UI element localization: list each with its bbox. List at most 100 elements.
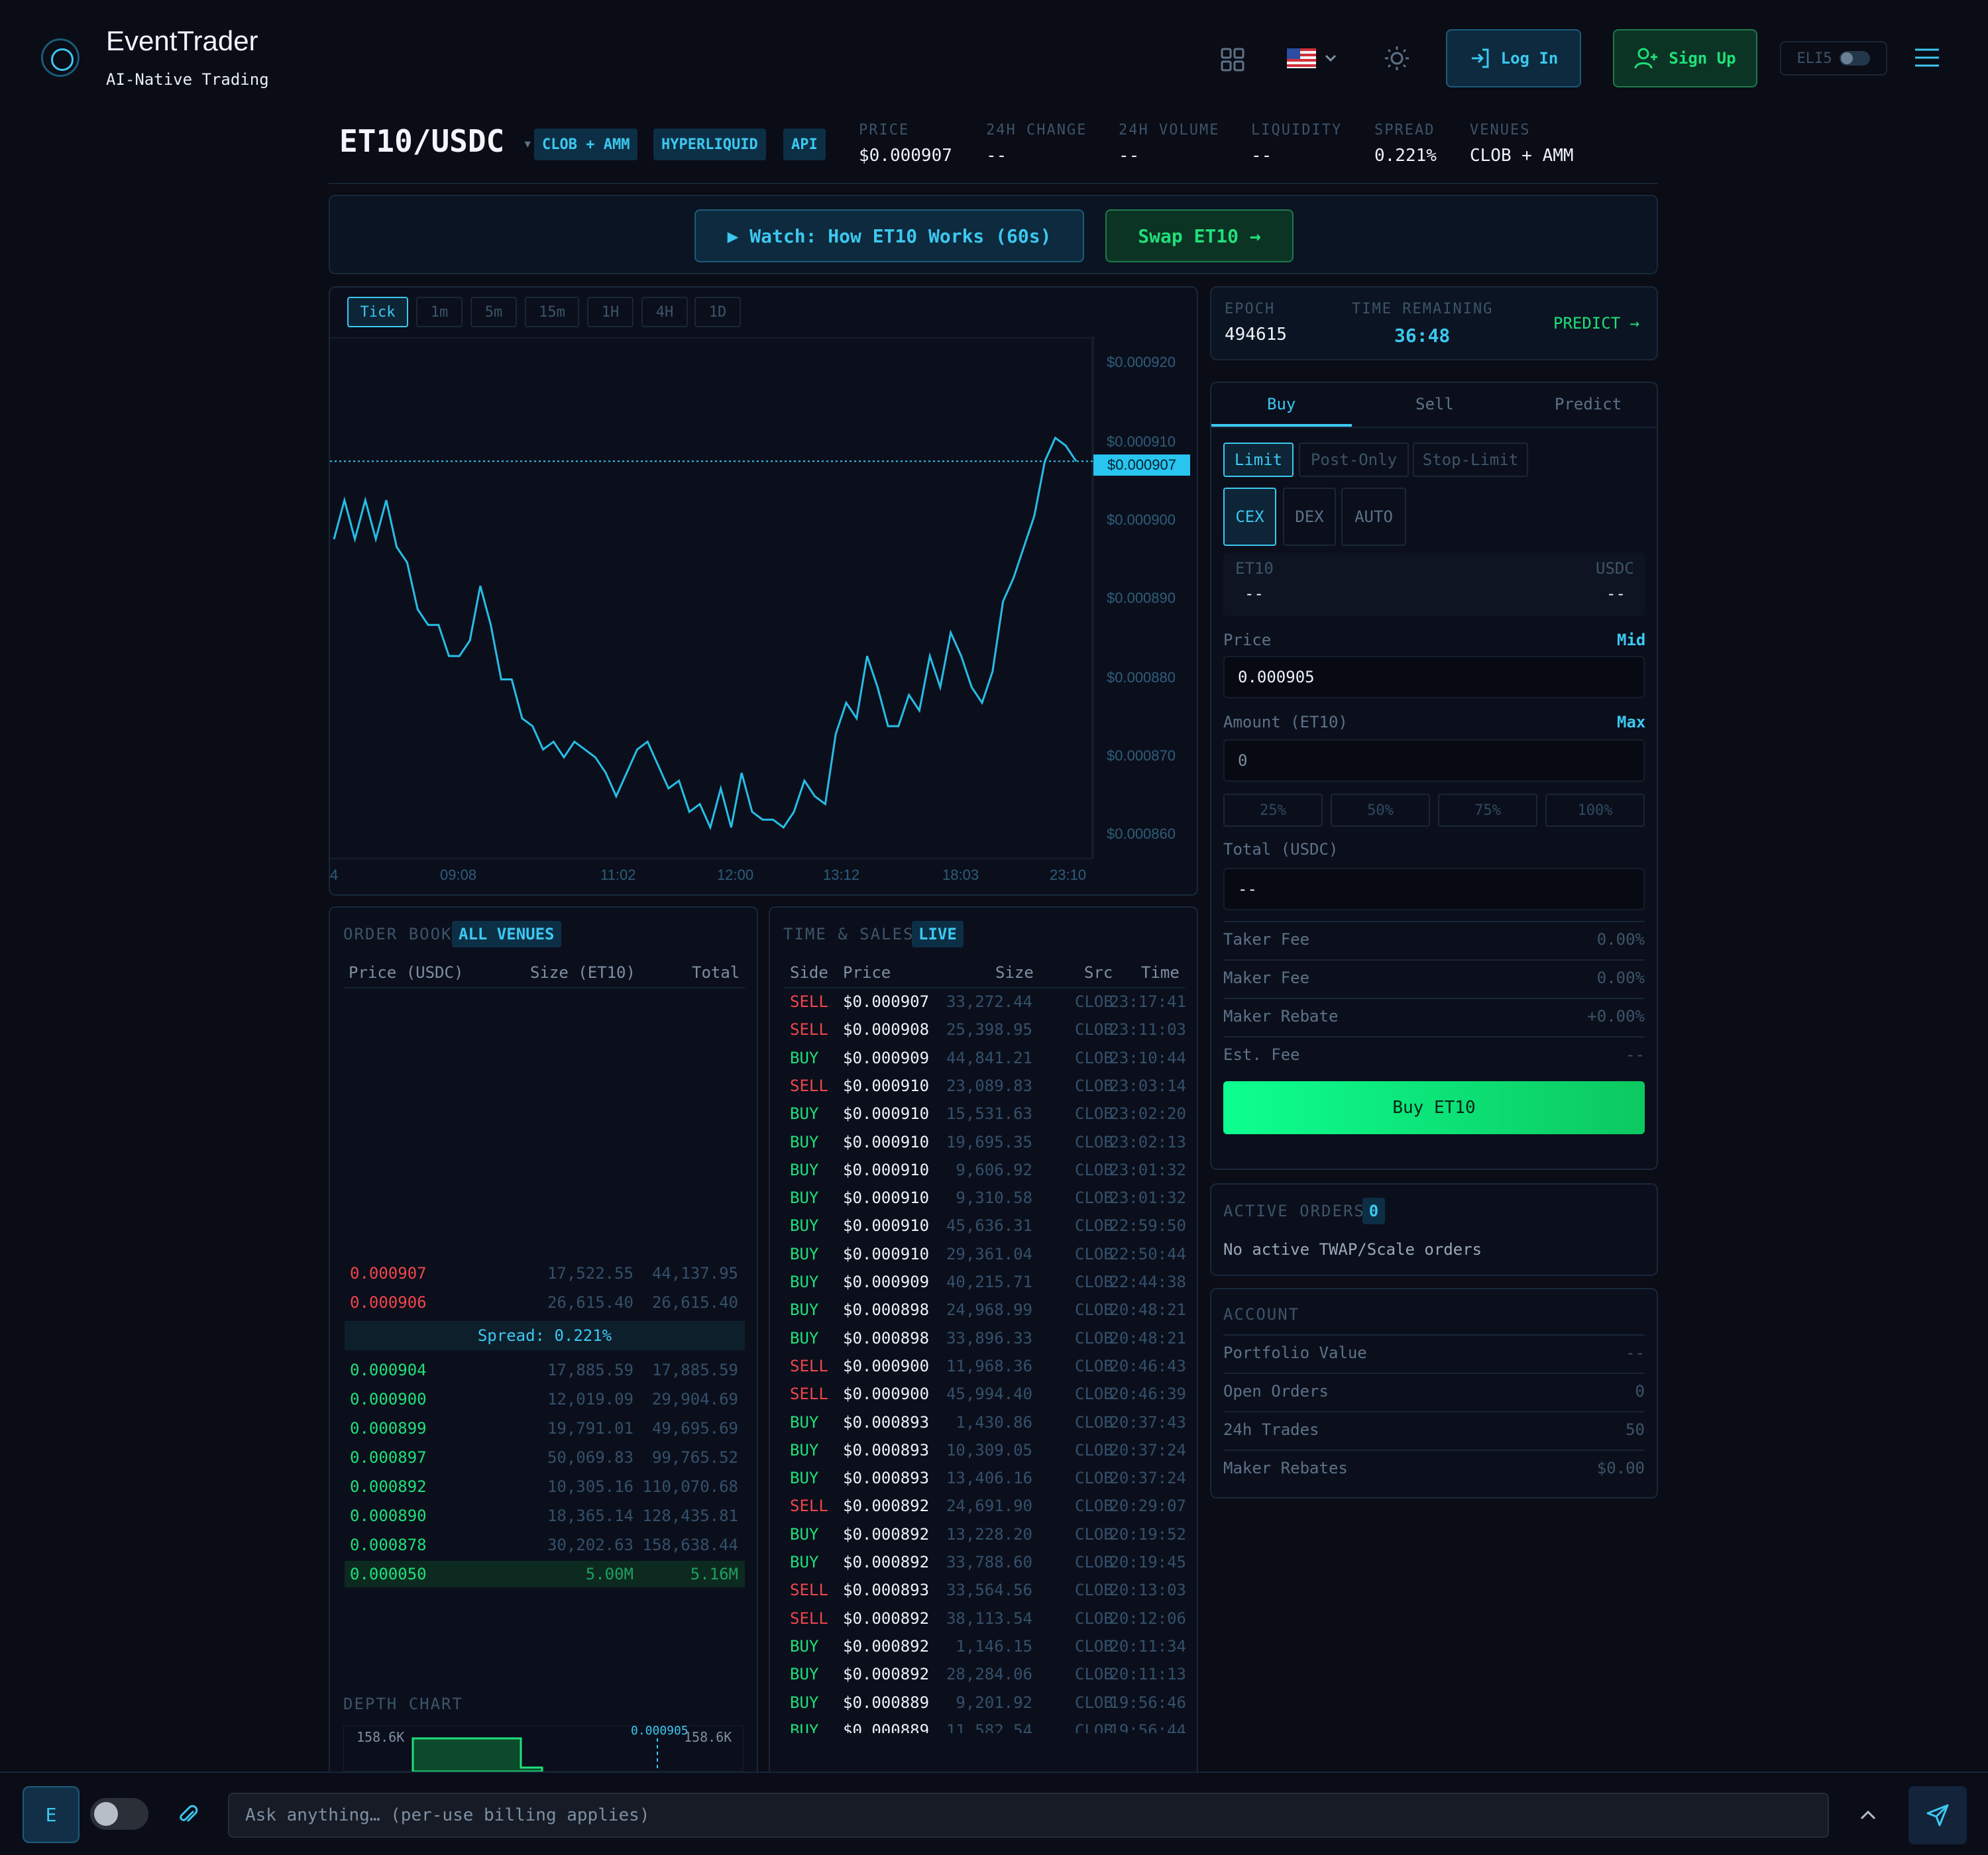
- chat-input[interactable]: Ask anything… (per-use billing applies): [228, 1793, 1829, 1838]
- spread-indicator: Spread: 0.221%: [345, 1321, 745, 1350]
- tab-predict[interactable]: Predict: [1555, 395, 1622, 413]
- attachment-icon[interactable]: [178, 1805, 200, 1827]
- logo-icon[interactable]: [41, 38, 80, 77]
- timeframe-4h[interactable]: 4H: [641, 297, 688, 327]
- stat-change-value: --: [986, 146, 1007, 166]
- ask-row[interactable]: 0.000907 17,522.55 44,137.95: [345, 1260, 745, 1287]
- account-row: Portfolio Value --: [1223, 1334, 1645, 1373]
- timeframe-5m[interactable]: 5m: [470, 297, 517, 327]
- stat-change-label: 24H CHANGE: [986, 122, 1087, 138]
- depth-chart-title: DEPTH CHART: [343, 1695, 463, 1713]
- fee-row: Est. Fee --: [1223, 1036, 1645, 1075]
- depth-right-label: 158.6K: [684, 1729, 732, 1745]
- account-row: 24h Trades 50: [1223, 1411, 1645, 1450]
- tag-hyperliquid: HYPERLIQUID: [653, 129, 766, 160]
- order-type-limit[interactable]: Limit: [1223, 443, 1294, 477]
- caret-down-icon: ▾: [522, 134, 533, 153]
- order-type-post-only[interactable]: Post-Only: [1299, 443, 1409, 477]
- timeframe-1h[interactable]: 1H: [587, 297, 634, 327]
- ask-row[interactable]: 0.000906 26,615.40 26,615.40: [345, 1289, 745, 1316]
- percent-25-button[interactable]: 25%: [1223, 794, 1323, 827]
- stat-venues-label: VENUES: [1470, 122, 1531, 138]
- stat-liquidity-value: --: [1251, 146, 1272, 166]
- amount-input[interactable]: 0: [1223, 739, 1645, 782]
- y-tick: $0.000860: [1107, 825, 1176, 842]
- bid-row[interactable]: 0.000899 19,791.01 49,695.69: [345, 1415, 745, 1442]
- menu-icon[interactable]: [1914, 46, 1940, 69]
- send-button[interactable]: [1908, 1786, 1967, 1844]
- price-chart[interactable]: [330, 337, 1197, 874]
- percent-100-button[interactable]: 100%: [1545, 794, 1645, 827]
- chevron-up-icon[interactable]: [1858, 1806, 1878, 1825]
- bid-row[interactable]: 0.000897 50,069.83 99,765.52: [345, 1444, 745, 1471]
- brand-name[interactable]: EventTrader: [106, 25, 258, 57]
- percent-75-button[interactable]: 75%: [1438, 794, 1537, 827]
- ts-col-size: Size: [995, 963, 1034, 982]
- timeframe-1m[interactable]: 1m: [416, 297, 463, 327]
- time-remaining-label: TIME REMAINING: [1352, 301, 1494, 317]
- divider: [329, 183, 1658, 184]
- tab-buy[interactable]: Buy: [1267, 395, 1296, 413]
- eli5-switch[interactable]: [1840, 51, 1871, 66]
- time-sales-panel: [769, 906, 1198, 1781]
- bid-row[interactable]: 0.000878 30,202.63 158,638.44: [345, 1532, 745, 1558]
- x-tick: 11:02: [600, 867, 636, 883]
- x-tick: 12:00: [717, 867, 754, 883]
- bid-row[interactable]: 0.000900 12,019.09 29,904.69: [345, 1386, 745, 1412]
- all-venues-badge[interactable]: ALL VENUES: [452, 921, 561, 947]
- pair-selector[interactable]: ET10/USDC ▾: [339, 123, 532, 159]
- amount-max-link[interactable]: Max: [1617, 713, 1645, 731]
- ts-col-price: Price: [843, 963, 891, 982]
- divider: [345, 987, 745, 988]
- account-row: Maker Rebates $0.00: [1223, 1450, 1645, 1488]
- ob-col-total: Total: [692, 963, 740, 982]
- active-orders-title: ACTIVE ORDERS: [1223, 1202, 1365, 1220]
- y-tick: $0.000870: [1107, 747, 1176, 764]
- venue-auto[interactable]: AUTO: [1341, 488, 1406, 546]
- order-type-stop-limit[interactable]: Stop-Limit: [1413, 443, 1528, 477]
- price-input[interactable]: 0.000905: [1223, 656, 1645, 698]
- login-button[interactable]: Log In: [1446, 29, 1581, 87]
- time-remaining-value: 36:48: [1394, 325, 1451, 346]
- balance-usdc-label: USDC: [1596, 559, 1634, 578]
- bid-row[interactable]: 0.000892 10,305.16 110,070.68: [345, 1473, 745, 1500]
- language-selector[interactable]: [1287, 46, 1343, 70]
- tagline: AI-Native Trading: [106, 70, 269, 89]
- tab-buy-indicator: [1211, 424, 1352, 427]
- ts-col-src: Src: [1084, 963, 1113, 982]
- venue-cex[interactable]: CEX: [1223, 488, 1276, 546]
- percent-50-button[interactable]: 50%: [1331, 794, 1430, 827]
- theme-toggle-icon[interactable]: [1384, 45, 1410, 72]
- buy-submit-button[interactable]: Buy ET10: [1223, 1081, 1645, 1134]
- timeframe-tick[interactable]: Tick: [347, 297, 408, 327]
- stat-liquidity-label: LIQUIDITY: [1251, 122, 1343, 138]
- watch-video-button[interactable]: ▶ Watch: How ET10 Works (60s): [694, 209, 1084, 262]
- x-tick: 4: [330, 867, 339, 883]
- grid-icon[interactable]: [1221, 48, 1244, 72]
- active-orders-empty: No active TWAP/Scale orders: [1223, 1240, 1482, 1259]
- eli5-label: ELI5: [1796, 50, 1832, 67]
- avatar[interactable]: E: [23, 1786, 80, 1843]
- signup-button[interactable]: Sign Up: [1613, 29, 1757, 87]
- swap-button[interactable]: Swap ET10 →: [1105, 209, 1294, 262]
- predict-link[interactable]: PREDICT →: [1553, 314, 1639, 333]
- timeframe-1d[interactable]: 1D: [694, 297, 741, 327]
- price-label: Price: [1223, 631, 1272, 649]
- us-flag-icon: [1287, 48, 1316, 68]
- bid-row[interactable]: 0.000890 18,365.14 128,435.81: [345, 1503, 745, 1529]
- timeframe-15m[interactable]: 15m: [525, 297, 579, 327]
- price-mid-link[interactable]: Mid: [1617, 631, 1645, 649]
- chart-grid: [330, 337, 1094, 859]
- pair-symbol: ET10/USDC: [339, 123, 505, 159]
- send-icon: [1926, 1804, 1949, 1827]
- eli5-toggle[interactable]: ELI5: [1780, 41, 1887, 76]
- tab-sell[interactable]: Sell: [1415, 395, 1454, 413]
- divider: [785, 987, 1185, 988]
- epoch-value: 494615: [1225, 325, 1287, 344]
- total-input[interactable]: --: [1223, 868, 1645, 910]
- y-tick: $0.000880: [1107, 669, 1176, 686]
- venue-dex[interactable]: DEX: [1283, 488, 1336, 546]
- bid-row[interactable]: 0.000904 17,885.59 17,885.59: [345, 1357, 745, 1383]
- bid-row[interactable]: 0.000050 5.00M 5.16M: [345, 1561, 745, 1587]
- chat-mode-toggle[interactable]: [90, 1798, 148, 1830]
